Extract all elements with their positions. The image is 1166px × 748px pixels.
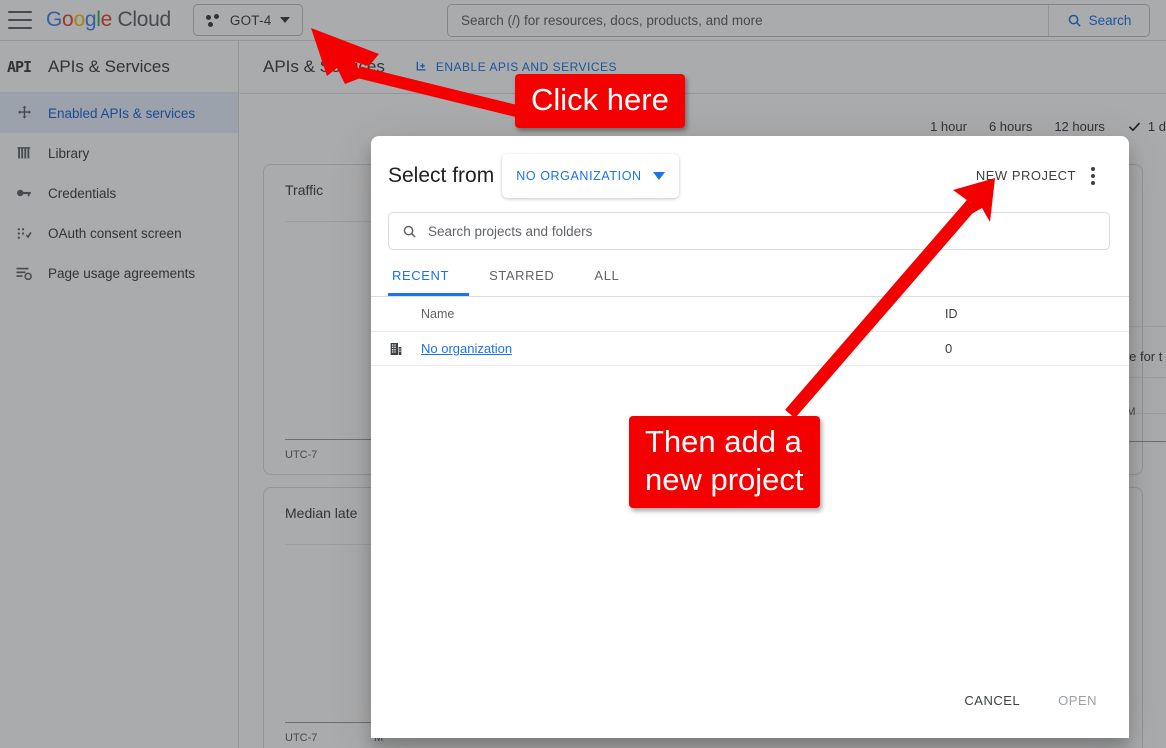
organization-selector-label: NO ORGANIZATION xyxy=(516,169,641,183)
dialog-tabs: RECENT STARRED ALL xyxy=(388,268,1129,296)
kebab-menu-icon[interactable] xyxy=(1076,167,1110,185)
annotation-click-here: Click here xyxy=(515,74,685,128)
project-search-input[interactable] xyxy=(428,224,1096,239)
search-icon xyxy=(402,224,417,239)
annotation-add-project: Then add a new project xyxy=(629,416,820,508)
table-header: Name ID xyxy=(371,297,1129,332)
open-button: OPEN xyxy=(1045,684,1110,717)
table-row[interactable]: No organization 0 xyxy=(371,332,1129,366)
column-header-id: ID xyxy=(945,307,1110,321)
chevron-down-icon xyxy=(653,172,665,180)
tab-starred[interactable]: STARRED xyxy=(469,268,574,296)
tab-recent[interactable]: RECENT xyxy=(388,268,469,296)
row-name-link[interactable]: No organization xyxy=(421,341,512,356)
row-id: 0 xyxy=(945,341,1110,356)
organization-building-icon xyxy=(388,341,404,357)
dialog-footer: CANCEL OPEN xyxy=(371,682,1129,738)
tab-all[interactable]: ALL xyxy=(574,268,639,296)
dialog-title: Select from xyxy=(388,164,494,188)
column-header-name: Name xyxy=(421,307,454,321)
screen-root: Google Cloud GOT-4 Search AP xyxy=(0,0,1166,748)
organization-selector[interactable]: NO ORGANIZATION xyxy=(502,154,678,198)
cancel-button[interactable]: CANCEL xyxy=(951,684,1033,717)
project-search[interactable] xyxy=(388,212,1110,250)
dialog-header: Select from NO ORGANIZATION NEW PROJECT xyxy=(371,136,1129,198)
new-project-button[interactable]: NEW PROJECT xyxy=(976,168,1076,183)
